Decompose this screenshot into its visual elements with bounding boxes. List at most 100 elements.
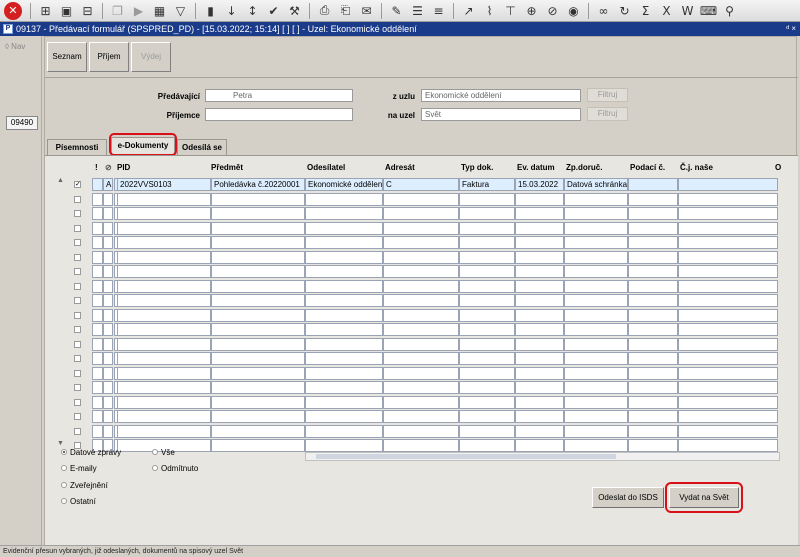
col-header-zp-doruc[interactable]: Zp.doruč. [566, 161, 602, 175]
table-cell[interactable] [103, 381, 113, 394]
table-cell[interactable] [305, 381, 383, 394]
row-checkbox[interactable] [74, 311, 81, 319]
col-header-predmet[interactable]: Předmět [211, 161, 243, 175]
table-cell[interactable] [515, 207, 564, 220]
record-number[interactable]: 09490 [6, 116, 38, 130]
table-cell[interactable] [92, 395, 103, 409]
table-cell[interactable] [211, 207, 305, 220]
table-cell[interactable] [117, 352, 211, 365]
table-cell[interactable] [117, 250, 211, 264]
table-cell[interactable] [564, 308, 628, 322]
col-header-pid[interactable]: PID [117, 161, 130, 175]
numbered-list-icon[interactable]: ≡ [429, 2, 448, 20]
table-cell[interactable] [383, 366, 459, 380]
col-header-ev-datum[interactable]: Ev. datum [517, 161, 555, 175]
table-cell[interactable] [515, 192, 564, 206]
table-cell[interactable] [628, 279, 678, 293]
mail-icon[interactable]: ✉ [357, 2, 376, 20]
wrench-icon[interactable]: ⚒ [285, 2, 304, 20]
save-icon[interactable]: ▣ [57, 2, 76, 20]
col-header-odesilatel[interactable]: Odesílatel [307, 161, 345, 175]
attach-icon[interactable]: ⌇ [480, 2, 499, 20]
table-cell[interactable]: C [383, 178, 459, 191]
col-header-podaci[interactable]: Podací č. [630, 161, 665, 175]
table-cell[interactable] [459, 250, 515, 264]
table-cell[interactable] [117, 308, 211, 322]
table-cell[interactable] [678, 424, 778, 438]
row-checkbox[interactable] [74, 210, 81, 217]
table-cell[interactable] [459, 279, 515, 293]
export-icon[interactable]: ↗ [459, 2, 478, 20]
table-cell[interactable] [305, 192, 383, 206]
table-cell[interactable] [103, 424, 113, 438]
table-cell[interactable] [103, 308, 113, 322]
table-cell[interactable] [103, 352, 113, 365]
table-cell[interactable] [678, 308, 778, 322]
table-cell[interactable] [678, 221, 778, 235]
filtruj-na-uzel-button[interactable]: Filtruj [587, 107, 628, 121]
table-cell[interactable] [459, 207, 515, 220]
table-cell[interactable] [515, 424, 564, 438]
print-preview-icon[interactable]: ⎗ [336, 2, 355, 20]
row-checkbox[interactable]: ✓ [74, 181, 81, 188]
seznam-button[interactable]: Seznam [47, 42, 87, 72]
table-cell[interactable] [515, 323, 564, 336]
table-cell[interactable] [515, 294, 564, 307]
table-cell[interactable] [564, 236, 628, 249]
table-cell[interactable] [305, 366, 383, 380]
table-cell[interactable] [564, 337, 628, 351]
table-cell[interactable] [564, 294, 628, 307]
table-cell[interactable] [678, 178, 778, 191]
table-cell[interactable] [383, 395, 459, 409]
table-cell[interactable] [459, 439, 515, 452]
table-cell[interactable] [628, 192, 678, 206]
table-cell[interactable] [564, 250, 628, 264]
table-cell[interactable] [305, 410, 383, 423]
table-cell[interactable] [92, 236, 103, 249]
table-cell[interactable] [628, 178, 678, 191]
table-cell[interactable] [92, 323, 103, 336]
radio-odmitnuto[interactable]: Odmítnuto [152, 464, 198, 473]
table-cell[interactable] [628, 366, 678, 380]
table-cell[interactable] [211, 366, 305, 380]
row-checkbox[interactable] [74, 384, 81, 391]
table-cell[interactable] [211, 395, 305, 409]
table-cell[interactable] [459, 221, 515, 235]
table-cell[interactable] [628, 323, 678, 336]
table-cell[interactable] [117, 265, 211, 278]
radio-ostatni[interactable]: Ostatní [61, 497, 96, 506]
table-cell[interactable] [211, 308, 305, 322]
table-cell[interactable] [211, 265, 305, 278]
table-cell[interactable] [459, 395, 515, 409]
table-cell[interactable] [564, 410, 628, 423]
table-cell[interactable] [628, 250, 678, 264]
table-cell[interactable] [678, 192, 778, 206]
table-cell[interactable] [305, 308, 383, 322]
print-icon[interactable]: ⎙ [315, 2, 334, 20]
col-header-adresat[interactable]: Adresát [385, 161, 415, 175]
table-cell[interactable] [383, 294, 459, 307]
calendar-icon[interactable]: ▦ [150, 2, 169, 20]
tree-icon[interactable]: ⚲ [720, 2, 739, 20]
table-cell[interactable] [564, 366, 628, 380]
check-icon[interactable]: ✔ [264, 2, 283, 20]
prijem-button[interactable]: Příjem [89, 42, 129, 72]
scroll-down-icon[interactable]: ▼ [57, 440, 66, 448]
delete-icon[interactable]: ⊟ [78, 2, 97, 20]
table-cell[interactable] [628, 439, 678, 452]
run-icon[interactable]: ▶ [129, 2, 148, 20]
globe-icon[interactable]: ⊕ [522, 2, 541, 20]
table-cell[interactable] [515, 366, 564, 380]
table-cell[interactable] [211, 279, 305, 293]
radio-vse[interactable]: Vše [152, 448, 175, 457]
row-checkbox[interactable] [74, 398, 81, 406]
table-cell[interactable] [92, 308, 103, 322]
table-cell[interactable] [383, 236, 459, 249]
table-cell[interactable] [678, 352, 778, 365]
table-cell[interactable] [117, 207, 211, 220]
table-cell[interactable] [92, 352, 103, 365]
table-cell[interactable] [117, 279, 211, 293]
table-cell[interactable] [515, 308, 564, 322]
table-cell[interactable] [383, 250, 459, 264]
row-checkbox[interactable] [74, 326, 81, 333]
